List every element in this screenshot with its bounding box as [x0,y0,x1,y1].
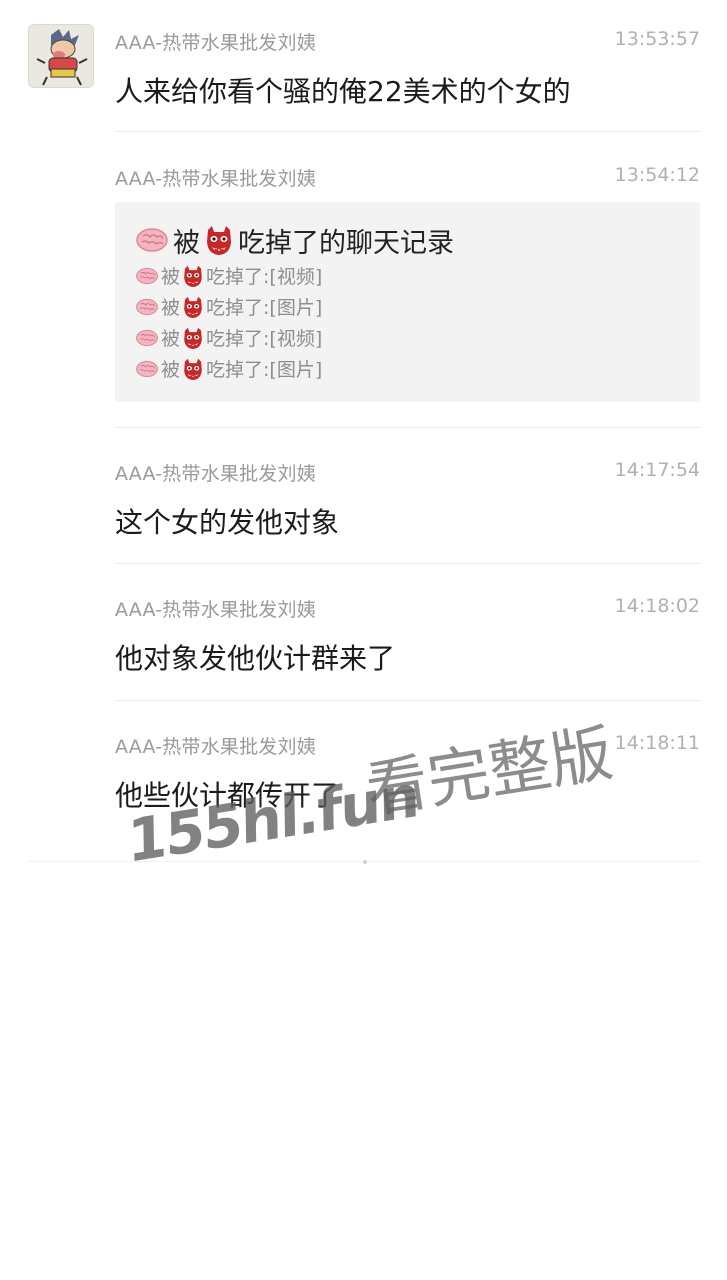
sender-avatar[interactable] [28,24,94,88]
line-item: [视频] [269,328,323,350]
message-time: 13:53:57 [614,28,700,50]
sender-name: AAA-热带水果批发刘姨 [115,463,316,485]
card-title: 被 吃掉了的聊天记录 [135,220,700,260]
chat-history-page: AAA-热带水果批发刘姨 13:53:57 人来给你看个骚的俺22美术的个女的 … [0,0,727,1280]
chat-message[interactable]: AAA-热带水果批发刘姨 14:18:02 他对象发他伙计群来了 [115,595,700,675]
line-middle: 吃掉了: [206,328,270,350]
line-middle: 吃掉了: [206,359,270,381]
brain-icon [136,267,158,284]
sender-name: AAA-热带水果批发刘姨 [115,599,316,621]
card-title-suffix: 吃掉了的聊天记录 [238,227,454,259]
message-time: 13:54:12 [614,164,700,186]
message-divider [115,563,700,564]
message-divider [115,427,700,428]
line-middle: 吃掉了: [206,297,270,319]
line-prefix: 被 [161,297,181,319]
line-item: [图片] [269,359,323,381]
record-line: 被 吃掉了: [视频] [135,260,700,291]
chat-message[interactable]: AAA-热带水果批发刘姨 13:54:12 被 吃掉了的聊天记录 被 吃掉了: … [115,164,700,404]
card-title-prefix: 被 [173,227,200,259]
brain-icon [136,298,158,315]
sender-name: AAA-热带水果批发刘姨 [115,736,316,758]
demon-mask-icon [184,327,202,349]
demon-mask-icon [184,358,202,380]
brain-icon [136,360,158,377]
sender-name: AAA-热带水果批发刘姨 [115,32,316,54]
demon-mask-icon [184,296,202,318]
message-text: 他对象发他伙计群来了 [115,642,396,675]
record-line: 被 吃掉了: [图片] [135,291,700,322]
avatar-cartoon-icon [29,25,93,87]
record-line: 被 吃掉了: [视频] [135,322,700,353]
chat-record-card[interactable]: 被 吃掉了的聊天记录 被 吃掉了: [视频] 被 吃掉了: [图片] 被 吃掉了… [115,202,700,402]
line-item: [视频] [269,266,323,288]
line-prefix: 被 [161,359,181,381]
message-time: 14:18:11 [614,732,700,754]
line-middle: 吃掉了: [206,266,270,288]
record-line: 被 吃掉了: [图片] [135,353,700,384]
chat-message[interactable]: AAA-热带水果批发刘姨 13:53:57 人来给你看个骚的俺22美术的个女的 [115,28,700,108]
demon-mask-icon [184,265,202,287]
list-end-dot [363,860,367,864]
brain-icon [136,329,158,346]
message-text: 他些伙计都传开了 [115,779,340,812]
demon-mask-icon [207,226,231,255]
message-divider [115,131,700,132]
brain-icon [136,228,168,252]
message-text: 人来给你看个骚的俺22美术的个女的 [115,75,571,108]
sender-name: AAA-热带水果批发刘姨 [115,168,316,190]
message-time: 14:17:54 [614,459,700,481]
line-prefix: 被 [161,266,181,288]
message-text: 这个女的发他对象 [115,506,340,539]
chat-message[interactable]: AAA-热带水果批发刘姨 14:17:54 这个女的发他对象 [115,459,700,539]
message-divider [115,700,700,701]
line-item: [图片] [269,297,323,319]
message-time: 14:18:02 [614,595,700,617]
line-prefix: 被 [161,328,181,350]
chat-message[interactable]: AAA-热带水果批发刘姨 14:18:11 他些伙计都传开了 [115,732,700,812]
